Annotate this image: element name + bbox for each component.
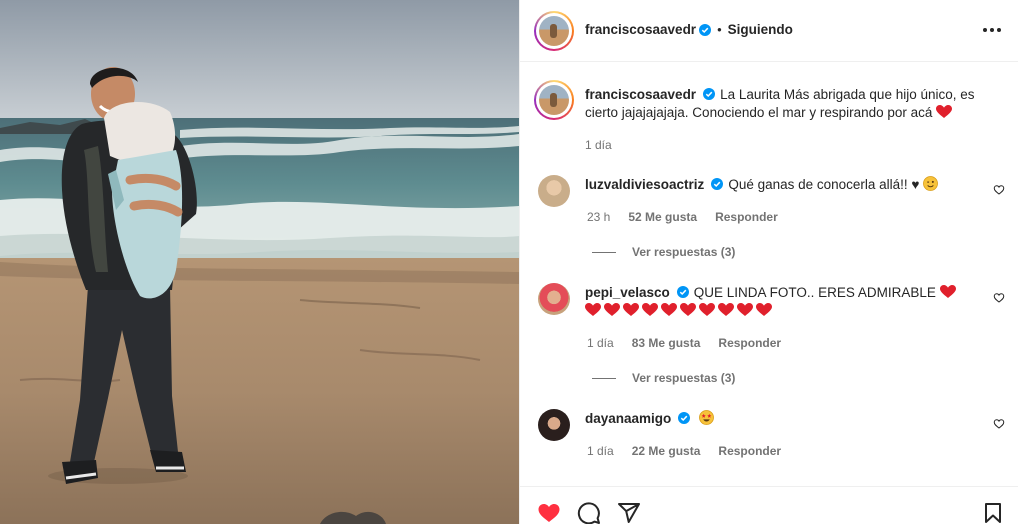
comment-icon[interactable] bbox=[577, 501, 601, 524]
verified-badge-icon bbox=[711, 178, 724, 190]
red-heart-emoji-icon bbox=[737, 303, 753, 316]
commenter-avatar[interactable] bbox=[538, 409, 570, 441]
red-heart-emoji-icon bbox=[585, 303, 601, 316]
red-heart-emoji-icon bbox=[718, 303, 734, 316]
post-caption: franciscosaavedr La Laurita Más abrigada … bbox=[585, 86, 985, 122]
separator-dot: • bbox=[717, 22, 722, 37]
red-heart-emoji-icon bbox=[680, 303, 696, 316]
caption-time[interactable]: 1 día bbox=[585, 138, 612, 152]
view-replies-button[interactable]: Ver respuestas (3) bbox=[592, 371, 735, 385]
post-action-bar bbox=[520, 486, 1018, 524]
red-heart-emoji-icon bbox=[936, 105, 953, 118]
verified-badge-icon bbox=[699, 23, 712, 36]
comment-likes[interactable]: 83 Me gusta bbox=[632, 336, 701, 350]
red-heart-emoji-icon bbox=[939, 285, 956, 298]
like-comment-heart-icon[interactable] bbox=[993, 184, 1005, 196]
post-side-panel: franciscosaavedr • Siguiendo franciscosa… bbox=[519, 0, 1018, 524]
comment-text: QUE LINDA FOTO.. ERES ADMIRABLE bbox=[693, 285, 936, 300]
author-username[interactable]: franciscosaavedr bbox=[585, 22, 696, 37]
caption-story-ring[interactable] bbox=[534, 80, 574, 120]
comment-meta: 1 día 83 Me gusta Responder bbox=[587, 336, 781, 350]
comment-item: luzvaldiviesoactriz Qué ganas de conocerl… bbox=[585, 176, 975, 194]
red-heart-emoji-icon bbox=[623, 303, 639, 316]
comment-time[interactable]: 23 h bbox=[587, 210, 610, 224]
comment-username[interactable]: pepi_velasco bbox=[585, 285, 670, 300]
like-comment-heart-icon[interactable] bbox=[993, 292, 1005, 304]
view-replies-button[interactable]: Ver respuestas (3) bbox=[592, 245, 735, 259]
comment-text: Qué ganas de conocerla allá!! ♥ bbox=[728, 177, 920, 192]
bookmark-icon[interactable] bbox=[981, 501, 1005, 524]
verified-badge-icon bbox=[703, 88, 716, 100]
red-heart-emoji-icon bbox=[604, 303, 620, 316]
story-ring[interactable] bbox=[534, 11, 574, 51]
replies-divider-line bbox=[592, 251, 616, 253]
more-options-icon[interactable] bbox=[983, 28, 1001, 32]
verified-badge-icon bbox=[676, 286, 689, 298]
beach-photo-image bbox=[0, 0, 519, 524]
following-button[interactable]: Siguiendo bbox=[728, 22, 793, 37]
replies-divider-line bbox=[592, 377, 616, 379]
star-eyes-emoji-icon bbox=[699, 410, 714, 425]
heart-filled-icon[interactable] bbox=[537, 501, 561, 524]
comment-likes[interactable]: 22 Me gusta bbox=[632, 444, 701, 458]
comment-username[interactable]: dayanaamigo bbox=[585, 411, 671, 426]
commenter-avatar[interactable] bbox=[538, 283, 570, 315]
wink-emoji-icon bbox=[923, 176, 939, 191]
comment-username[interactable]: luzvaldiviesoactriz bbox=[585, 177, 704, 192]
comment-meta: 1 día 22 Me gusta Responder bbox=[587, 444, 781, 458]
comment-likes[interactable]: 52 Me gusta bbox=[628, 210, 697, 224]
comment-time[interactable]: 1 día bbox=[587, 336, 614, 350]
comment-meta: 23 h 52 Me gusta Responder bbox=[587, 210, 778, 224]
red-heart-emoji-icon bbox=[756, 303, 772, 316]
reply-button[interactable]: Responder bbox=[715, 210, 778, 224]
caption-username[interactable]: franciscosaavedr bbox=[585, 87, 696, 102]
like-comment-heart-icon[interactable] bbox=[993, 418, 1005, 430]
red-heart-emoji-icon bbox=[661, 303, 677, 316]
reply-button[interactable]: Responder bbox=[718, 444, 781, 458]
red-heart-emoji-icon bbox=[642, 303, 658, 316]
caption-author-avatar[interactable] bbox=[539, 85, 569, 115]
red-heart-emoji-icon bbox=[699, 303, 715, 316]
view-replies-label[interactable]: Ver respuestas (3) bbox=[632, 245, 735, 259]
post-photo[interactable] bbox=[0, 0, 519, 524]
paper-plane-icon[interactable] bbox=[617, 501, 641, 524]
comment-item: dayanaamigo bbox=[585, 410, 975, 428]
commenter-avatar[interactable] bbox=[538, 175, 570, 207]
post-header: franciscosaavedr • Siguiendo bbox=[520, 0, 1018, 62]
view-replies-label[interactable]: Ver respuestas (3) bbox=[632, 371, 735, 385]
comment-time[interactable]: 1 día bbox=[587, 444, 614, 458]
comment-item: pepi_velasco QUE LINDA FOTO.. ERES ADMIRA… bbox=[585, 284, 975, 320]
author-avatar[interactable] bbox=[539, 16, 569, 46]
reply-button[interactable]: Responder bbox=[718, 336, 781, 350]
verified-badge-icon bbox=[678, 412, 691, 424]
